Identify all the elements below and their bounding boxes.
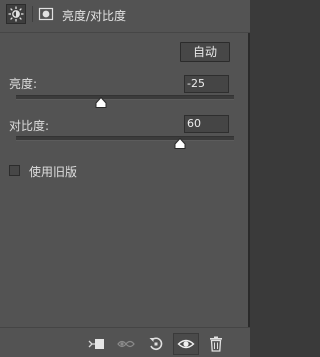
view-previous-state-button[interactable]	[116, 335, 135, 353]
panel-title: 亮度/对比度	[62, 9, 127, 23]
visibility-eye-icon	[177, 339, 195, 349]
contrast-label: 对比度:	[9, 119, 50, 133]
mask-tab[interactable]	[36, 4, 56, 24]
reset-icon	[149, 337, 163, 351]
brightness-input[interactable]: -25	[184, 75, 229, 93]
view-previous-state-icon	[117, 340, 135, 348]
auto-button[interactable]: 自动	[180, 42, 230, 62]
header-separator	[32, 6, 33, 22]
use-legacy-checkbox[interactable]	[9, 165, 20, 176]
trash-icon	[210, 336, 222, 352]
brightness-slider-track[interactable]	[16, 95, 234, 100]
use-legacy-label: 使用旧版	[29, 165, 78, 179]
clip-to-layer-button[interactable]	[87, 335, 105, 353]
adjustment-tab[interactable]	[6, 4, 26, 24]
clip-to-layer-icon	[88, 339, 104, 349]
brightness-label: 亮度:	[9, 77, 38, 91]
contrast-slider-thumb[interactable]	[174, 138, 186, 149]
layer-mask-icon	[38, 7, 54, 21]
sun-icon	[8, 6, 24, 22]
panel-header: 亮度/对比度	[0, 0, 250, 33]
brightness-slider-thumb[interactable]	[95, 97, 107, 108]
properties-panel: 亮度/对比度 自动 亮度: -25 对比度: 60 使用旧版	[0, 0, 250, 357]
reset-button[interactable]	[147, 335, 165, 353]
delete-layer-button[interactable]	[207, 335, 225, 353]
contrast-slider-track[interactable]	[16, 136, 234, 141]
visibility-toggle-button[interactable]	[177, 335, 195, 353]
contrast-input[interactable]: 60	[184, 115, 229, 133]
